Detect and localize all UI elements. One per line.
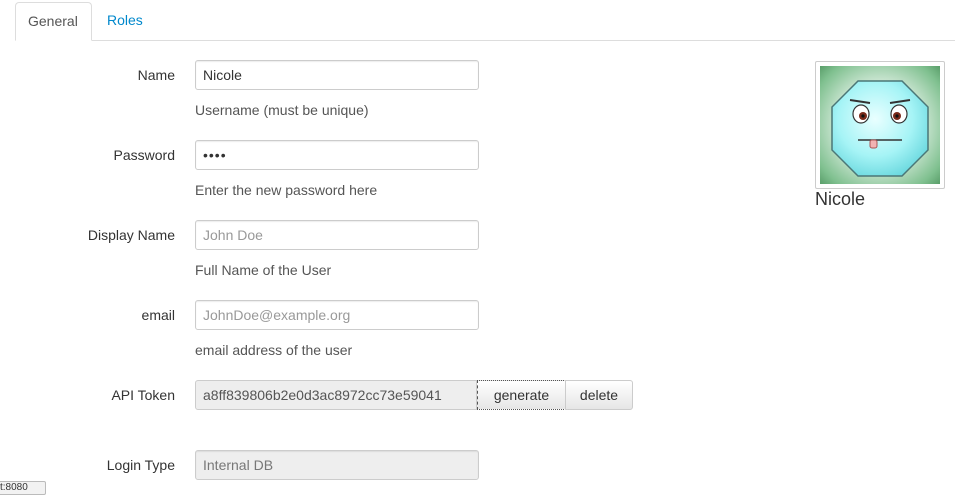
name-label: Name <box>137 67 175 83</box>
api-token-label: API Token <box>111 387 175 403</box>
name-input[interactable] <box>195 60 479 90</box>
login-type-field <box>195 450 479 480</box>
password-input[interactable] <box>195 140 479 170</box>
avatar-name: Nicole <box>815 189 866 209</box>
delete-token-button[interactable]: delete <box>565 380 633 410</box>
display-name-label: Display Name <box>87 227 175 243</box>
api-token-field[interactable]: a8ff839806b2e0d3ac8972cc73e59041 <box>195 380 477 410</box>
tab-general[interactable]: General <box>15 2 92 41</box>
generate-token-button[interactable]: generate <box>477 380 566 410</box>
status-tooltip: t:8080 <box>0 481 46 495</box>
email-input[interactable] <box>195 300 479 330</box>
email-label: email <box>141 307 175 323</box>
display-name-input[interactable] <box>195 220 479 250</box>
tab-roles[interactable]: Roles <box>95 2 155 39</box>
login-type-label: Login Type <box>106 457 175 473</box>
tab-bar: General Roles <box>15 2 955 41</box>
email-help: email address of the user <box>195 342 353 358</box>
avatar-image <box>820 66 940 184</box>
display-name-help: Full Name of the User <box>195 262 332 278</box>
password-help: Enter the new password here <box>195 182 378 198</box>
octagon-face-avatar-icon <box>831 80 929 177</box>
name-help: Username (must be unique) <box>195 102 369 118</box>
password-label: Password <box>113 147 175 163</box>
avatar <box>815 61 945 189</box>
